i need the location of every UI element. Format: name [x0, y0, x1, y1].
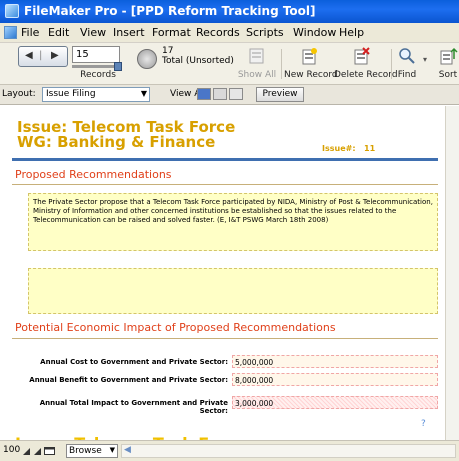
horizontal-scrollbar[interactable]: ◀	[121, 444, 456, 458]
filemaker-window: FileMaker Pro - [PPD Reform Tracking Too…	[0, 0, 459, 461]
menu-insert[interactable]: Insert	[113, 26, 145, 39]
issue-number-value: 11	[364, 144, 376, 153]
new-record-icon	[302, 48, 317, 65]
toggle-status-area-icon[interactable]	[44, 446, 55, 456]
header-divider	[12, 158, 438, 161]
layout-select[interactable]: Issue Filing ▼	[42, 87, 150, 102]
annual-total-impact-label: Annual Total Impact to Government and Pr…	[39, 399, 228, 415]
recommendation-notes-field[interactable]	[28, 268, 438, 314]
document-icon[interactable]	[4, 26, 17, 39]
zoom-in-icon[interactable]	[33, 446, 42, 456]
economic-impact-title: Potential Economic Impact of Proposed Re…	[15, 321, 336, 334]
find-dropdown-icon[interactable]: ▾	[423, 55, 427, 64]
view-as-list-button[interactable]	[213, 88, 227, 100]
menu-scripts[interactable]: Scripts	[246, 26, 284, 39]
book-divider-icon: |	[39, 50, 43, 61]
annual-total-impact-field: 3,000,000	[232, 396, 438, 409]
sort-icon	[440, 47, 458, 65]
preview-button[interactable]: Preview	[256, 87, 304, 102]
total-unsorted-label: Total (Unsorted)	[162, 56, 234, 66]
title-bar: FileMaker Pro - [PPD Reform Tracking Too…	[0, 0, 459, 23]
layout-gap	[0, 254, 445, 268]
zoom-out-icon[interactable]	[22, 446, 31, 456]
record-book-navigator[interactable]: ◀ | ▶	[18, 46, 68, 67]
magnifier-icon	[399, 48, 415, 64]
scroll-left-icon[interactable]: ◀	[124, 445, 131, 455]
annual-benefit-field[interactable]: 8,000,000	[232, 373, 438, 386]
menu-edit[interactable]: Edit	[48, 26, 69, 39]
menu-window[interactable]: Window	[293, 26, 336, 39]
layout-select-value: Issue Filing	[46, 89, 96, 99]
mode-select[interactable]: Browse ▼	[66, 444, 118, 458]
show-all-label: Show All	[237, 70, 277, 80]
view-as-table-button[interactable]	[229, 88, 243, 100]
menu-records[interactable]: Records	[196, 26, 240, 39]
total-record-count: 17	[162, 46, 174, 56]
new-record-label: New Record	[284, 70, 338, 80]
chevron-down-icon: ▼	[140, 89, 147, 98]
window-title: FileMaker Pro - [PPD Reform Tracking Too…	[24, 4, 316, 18]
status-bar: 100 Browse ▼ ◀	[0, 440, 459, 461]
menu-file[interactable]: File	[21, 26, 39, 39]
view-as-form-button[interactable]	[197, 88, 211, 100]
delete-record-label: Delete Record	[334, 70, 398, 80]
show-all-icon	[249, 48, 264, 64]
menu-bar: File Edit View Insert Format Records Scr…	[0, 23, 459, 43]
filemaker-app-icon	[5, 4, 19, 18]
previous-record-icon[interactable]: ◀	[25, 50, 33, 61]
toolbar-separator	[281, 49, 282, 79]
chevron-down-icon: ▼	[109, 446, 115, 454]
found-set-pie-icon	[137, 49, 157, 69]
recommendation-text-field[interactable]: The Private Sector propose that a Teleco…	[28, 193, 438, 251]
recommendation-text: The Private Sector propose that a Teleco…	[33, 198, 433, 224]
sort-label: Sort	[438, 70, 458, 80]
issue-number-label: Issue#:	[322, 144, 356, 153]
proposed-recommendations-title: Proposed Recommendations	[15, 168, 172, 181]
find-button[interactable]: Find	[392, 45, 422, 83]
mode-select-value: Browse	[69, 446, 102, 456]
help-question-mark[interactable]: ?	[421, 419, 426, 429]
annual-benefit-label: Annual Benefit to Government and Private…	[29, 376, 228, 384]
menu-help[interactable]: Help	[339, 26, 364, 39]
annual-cost-field[interactable]: 5,000,000	[232, 355, 438, 368]
annual-cost-label: Annual Cost to Government and Private Se…	[40, 358, 228, 366]
menu-view[interactable]: View	[80, 26, 106, 39]
layout-label: Layout:	[2, 89, 36, 99]
section-divider	[12, 184, 438, 185]
vertical-scrollbar[interactable]	[445, 106, 459, 440]
status-toolbar: ◀ | ▶ 15 Records 17 Total (Unsorted) Sho…	[0, 43, 459, 85]
current-record-field[interactable]: 15	[72, 46, 120, 63]
next-record-icon[interactable]: ▶	[51, 50, 59, 61]
find-label: Find	[397, 70, 417, 80]
zoom-level: 100	[3, 445, 21, 455]
working-group-heading: WG: Banking & Finance	[17, 133, 216, 151]
sort-button[interactable]: Sort	[433, 45, 459, 83]
records-label: Records	[80, 70, 116, 80]
menu-format[interactable]: Format	[152, 26, 191, 39]
delete-record-button[interactable]: Delete Record	[334, 45, 398, 83]
show-all-button[interactable]: Show All	[236, 45, 278, 83]
delete-record-icon	[354, 47, 370, 65]
new-record-button[interactable]: New Record	[284, 45, 338, 83]
layout-bar: Layout: Issue Filing ▼ View As: Preview	[0, 85, 459, 105]
layout-content: Issue: Telecom Task Force WG: Banking & …	[0, 106, 445, 440]
section-divider	[12, 338, 438, 339]
